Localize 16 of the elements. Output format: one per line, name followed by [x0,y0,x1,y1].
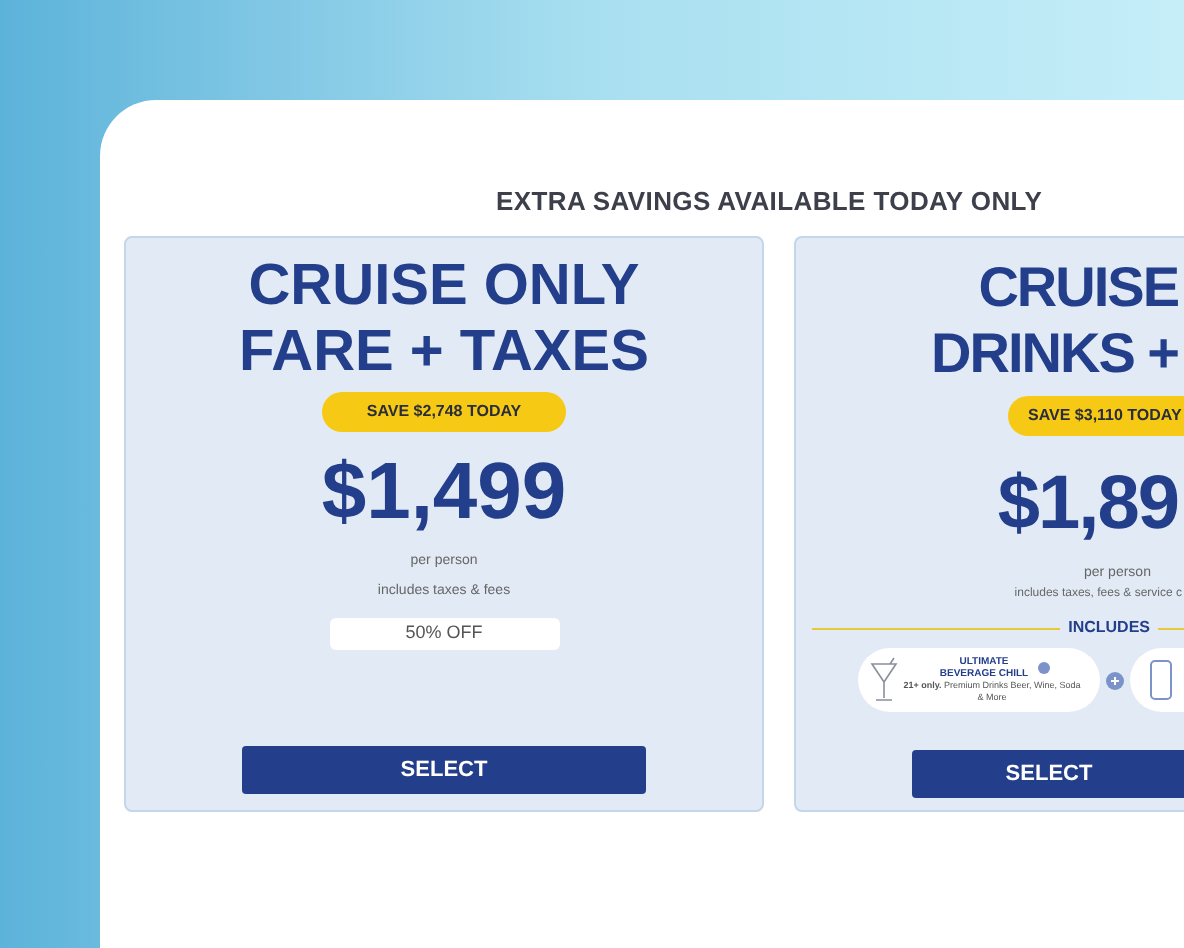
price-text: $1,89 [997,460,1178,550]
discount-badge: 50% OFF [329,618,559,650]
card-title: CRUISE [978,254,1178,320]
select-button[interactable]: SELECT [912,750,1184,798]
savings-badge: SAVE $3,110 TODAY [1008,396,1184,436]
plus-icon [1106,672,1124,690]
phone-icon [1150,660,1172,700]
includes-label: INCLUDES [1068,616,1150,640]
card-title: FARE + TAXES [239,320,649,386]
savings-badge: SAVE $2,748 TODAY [322,392,566,432]
card-title: DRINKS + [931,320,1178,386]
select-button[interactable]: SELECT [242,746,646,794]
cocktail-glass-icon [870,656,898,704]
section-heading: EXTRA SAVINGS AVAILABLE TODAY ONLY [496,184,1043,220]
card-title: CRUISE ONLY [248,254,640,320]
price-text: $1,499 [321,446,567,540]
